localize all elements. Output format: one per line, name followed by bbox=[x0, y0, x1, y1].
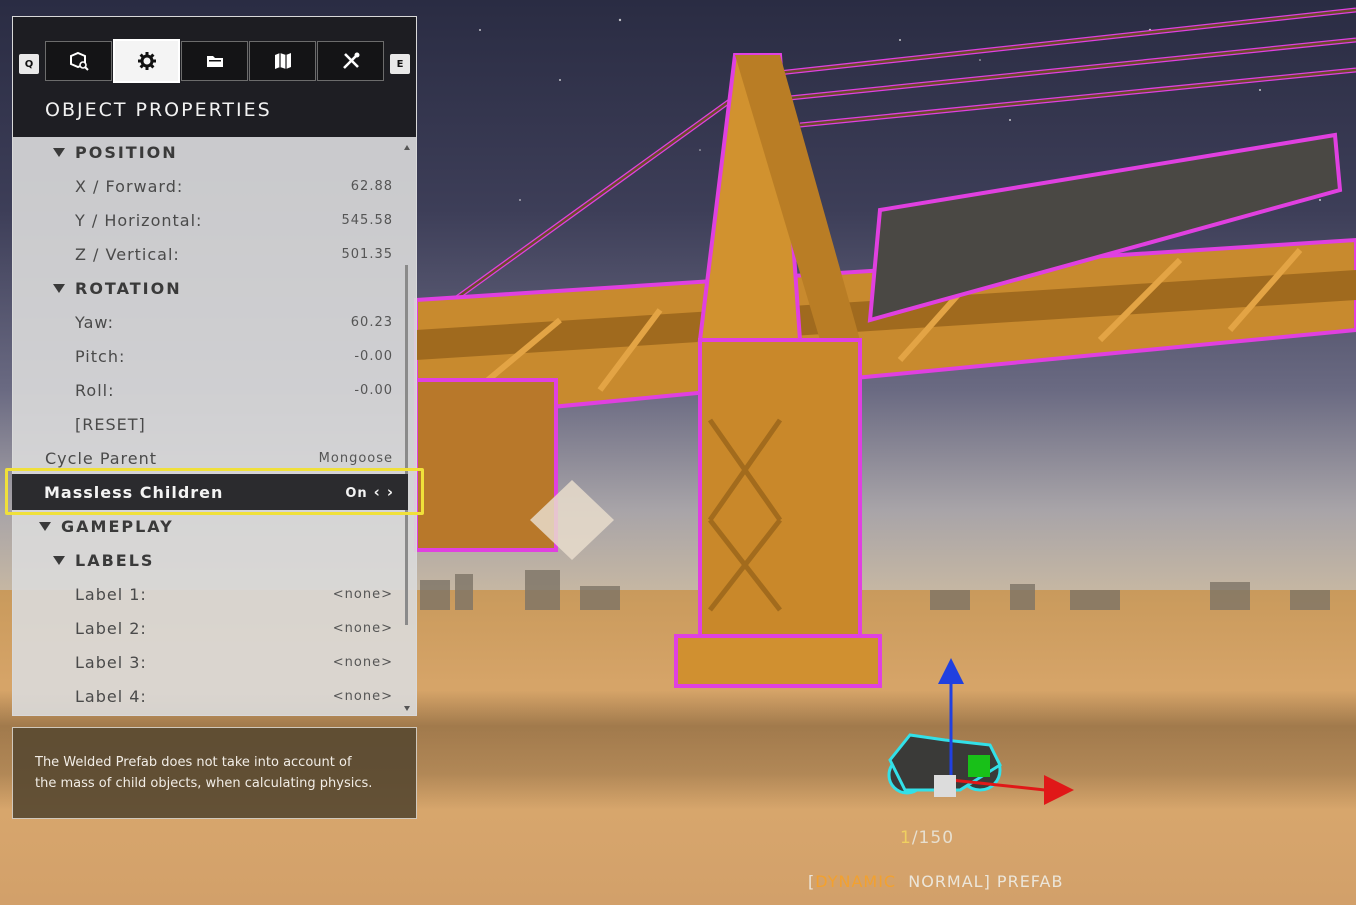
property-list: POSITION X / Forward: 62.88 Y / Horizont… bbox=[13, 135, 416, 715]
map-icon bbox=[274, 53, 291, 69]
object-counter: 1/150 bbox=[900, 828, 980, 848]
row-roll[interactable]: Roll: -0.00 bbox=[75, 373, 393, 407]
object-properties-panel: Q E OBJECT PROPERTIES POSITION X / Forwa… bbox=[12, 16, 417, 716]
row-z-vertical[interactable]: Z / Vertical: 501.35 bbox=[75, 237, 393, 271]
mode-dynamic: DYNAMIC bbox=[815, 872, 897, 891]
section-position[interactable]: POSITION bbox=[53, 135, 403, 169]
counter-total: /150 bbox=[911, 828, 955, 848]
collapse-triangle-icon bbox=[39, 521, 51, 531]
hotkey-q[interactable]: Q bbox=[19, 54, 39, 74]
counter-current: 1 bbox=[900, 828, 912, 848]
tab-map[interactable] bbox=[249, 41, 316, 81]
transform-gizmo bbox=[934, 658, 1074, 805]
gear-icon bbox=[137, 52, 156, 70]
collapse-triangle-icon bbox=[53, 283, 65, 293]
description-text: The Welded Prefab does not take into acc… bbox=[35, 755, 373, 791]
section-rotation[interactable]: ROTATION bbox=[53, 271, 403, 305]
selection-highlight bbox=[5, 468, 424, 515]
section-labels[interactable]: LABELS bbox=[53, 543, 403, 577]
property-scrollbar[interactable] bbox=[404, 145, 412, 711]
prefab-mode-indicator: [DYNAMIC NORMAL] PREFAB bbox=[808, 872, 1108, 891]
tab-object-browser[interactable] bbox=[45, 41, 112, 81]
row-yaw[interactable]: Yaw: 60.23 bbox=[75, 305, 393, 339]
collapse-triangle-icon bbox=[53, 147, 65, 157]
row-pitch[interactable]: Pitch: -0.00 bbox=[75, 339, 393, 373]
row-label-4[interactable]: Label 4: <none> bbox=[75, 679, 393, 713]
collapse-triangle-icon bbox=[53, 555, 65, 565]
row-y-horizontal[interactable]: Y / Horizontal: 545.58 bbox=[75, 203, 393, 237]
description-box: The Welded Prefab does not take into acc… bbox=[12, 727, 417, 819]
reset-rotation-button[interactable]: [RESET] bbox=[75, 407, 393, 441]
scroll-down-arrow-icon[interactable] bbox=[404, 706, 410, 711]
row-label-1[interactable]: Label 1: <none> bbox=[75, 577, 393, 611]
scroll-thumb[interactable] bbox=[405, 265, 408, 625]
scroll-up-arrow-icon[interactable] bbox=[404, 145, 410, 150]
tab-bar bbox=[45, 39, 385, 83]
panel-header: Q E OBJECT PROPERTIES bbox=[13, 17, 416, 137]
tab-tools[interactable] bbox=[317, 41, 384, 81]
tab-folder[interactable] bbox=[181, 41, 248, 81]
folder-icon bbox=[206, 56, 223, 67]
row-label-3[interactable]: Label 3: <none> bbox=[75, 645, 393, 679]
hotkey-e[interactable]: E bbox=[390, 54, 410, 74]
row-label-2[interactable]: Label 2: <none> bbox=[75, 611, 393, 645]
row-x-forward[interactable]: X / Forward: 62.88 bbox=[75, 169, 393, 203]
cube-search-icon bbox=[69, 51, 89, 71]
tab-object-properties[interactable] bbox=[113, 39, 180, 83]
mode-rest: NORMAL] PREFAB bbox=[896, 872, 1064, 891]
tools-icon bbox=[342, 52, 359, 69]
panel-title: OBJECT PROPERTIES bbox=[45, 99, 272, 121]
